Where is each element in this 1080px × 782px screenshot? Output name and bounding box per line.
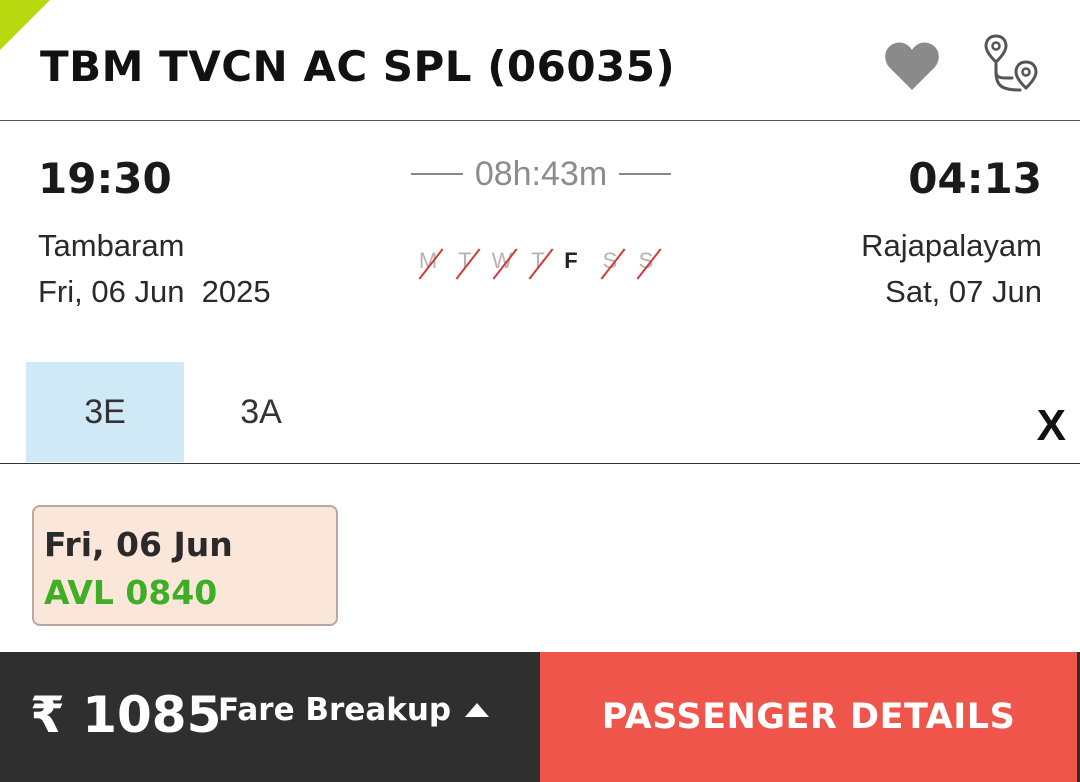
heart-icon[interactable] [884, 40, 940, 92]
train-title: TBM TVCN AC SPL (06035) [40, 42, 676, 91]
running-days: M T W T F S S [412, 244, 672, 284]
availability-date: Fri, 06 Jun [44, 525, 233, 564]
departure-time: 19:30 [38, 154, 172, 203]
arrival-date: Sat, 07 Jun [885, 274, 1042, 309]
tab-class-3a[interactable]: 3A [182, 362, 340, 462]
availability-card[interactable]: Fri, 06 Jun AVL 0840 [32, 505, 338, 626]
train-header: TBM TVCN AC SPL (06035) [0, 0, 1080, 121]
running-day-sat: S [596, 248, 624, 274]
close-button[interactable]: X [1037, 404, 1066, 448]
journey-duration: 08h:43m [396, 152, 686, 196]
caret-up-icon [465, 703, 490, 717]
running-day-fri: F [564, 248, 578, 273]
running-day-tue: T [451, 248, 479, 274]
duration-line-right [619, 173, 672, 175]
tab-class-3e[interactable]: 3E [26, 362, 184, 462]
running-day-sun: S [632, 248, 660, 274]
running-day-mon: M [414, 248, 442, 274]
fare-breakup-label: Fare Breakup [218, 692, 452, 728]
running-day-wed: W [488, 248, 516, 274]
departure-date: Fri, 06 Jun 2025 [38, 274, 271, 309]
fare-price: ₹ 1085 [30, 686, 222, 744]
arrival-time: 04:13 [908, 154, 1042, 203]
running-day-thu: T [524, 248, 552, 274]
passenger-details-button[interactable]: PASSENGER DETAILS [540, 652, 1077, 782]
arrival-station: Rajapalayam [861, 228, 1042, 263]
departure-station: Tambaram [38, 228, 185, 263]
passenger-details-label: PASSENGER DETAILS [601, 697, 1016, 737]
duration-line-left [410, 173, 463, 175]
class-tab-bar: 3E 3A [0, 360, 1080, 464]
route-map-icon[interactable] [982, 34, 1044, 96]
duration-text: 08h:43m [474, 154, 608, 193]
fare-breakup-toggle[interactable]: Fare Breakup [218, 692, 490, 728]
availability-status: AVL 0840 [44, 573, 218, 612]
